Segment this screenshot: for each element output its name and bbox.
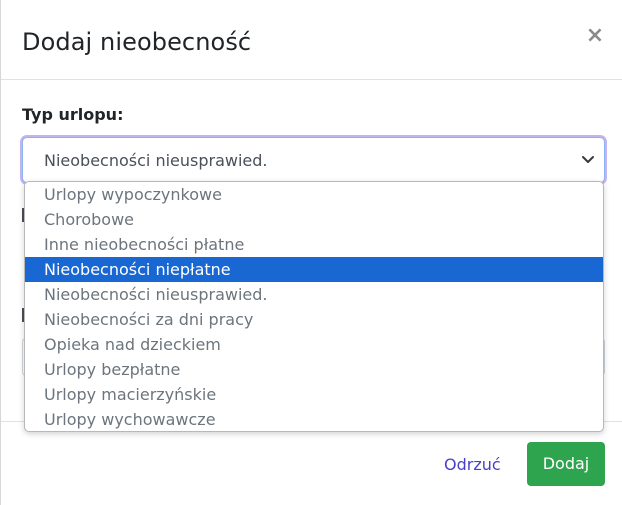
option-urlopy-wychowawcze[interactable]: Urlopy wychowawcze	[25, 407, 603, 431]
option-inne-nieobecnosci-platne[interactable]: Inne nieobecności płatne	[25, 232, 603, 257]
option-nieobecnosci-za-dni-pracy[interactable]: Nieobecności za dni pracy	[25, 307, 603, 332]
option-nieobecnosci-nieplatne[interactable]: Nieobecności niepłatne	[25, 257, 603, 282]
option-chorobowe[interactable]: Chorobowe	[25, 207, 603, 232]
leave-type-label: Typ urlopu:	[22, 105, 124, 124]
option-opieka-nad-dzieckiem[interactable]: Opieka nad dzieckiem	[25, 332, 603, 357]
modal-title: Dodaj nieobecność	[22, 28, 252, 56]
option-nieobecnosci-nieusprawied[interactable]: Nieobecności nieusprawied.	[25, 282, 603, 307]
chevron-down-icon	[582, 156, 594, 163]
close-icon[interactable]: ×	[584, 24, 606, 48]
option-urlopy-macierzynskie[interactable]: Urlopy macierzyńskie	[25, 382, 603, 407]
option-urlopy-bezplatne[interactable]: Urlopy bezpłatne	[25, 357, 603, 382]
cancel-button[interactable]: Odrzuć	[444, 455, 501, 475]
leave-type-dropdown: Urlopy wypoczynkowe Chorobowe Inne nieob…	[24, 181, 604, 432]
modal-header: Dodaj nieobecność ×	[1, 0, 622, 80]
leave-type-selected-value: Nieobecności nieusprawied.	[44, 151, 268, 170]
option-urlopy-wypoczynkowe[interactable]: Urlopy wypoczynkowe	[25, 182, 603, 207]
add-absence-modal: Dodaj nieobecność × Typ urlopu: Nieobecn…	[0, 0, 622, 505]
leave-type-select[interactable]: Nieobecności nieusprawied.	[22, 137, 605, 183]
add-button[interactable]: Dodaj	[527, 442, 605, 486]
